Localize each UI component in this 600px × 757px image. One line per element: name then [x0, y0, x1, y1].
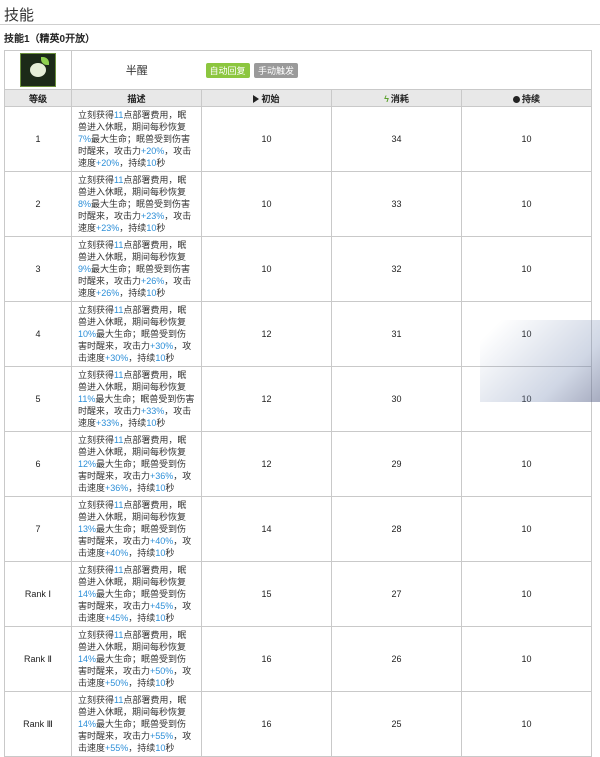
row-level: 6 [4, 431, 72, 497]
skill-tags-cell: 自动回复 手动触发 [201, 50, 592, 90]
skill-header-row: 半醒 自动回复 手动触发 [4, 50, 592, 90]
row-cost: 25 [331, 691, 462, 757]
table-row: 4 立刻获得11点部署费用，眠兽进入休眠，期间每秒恢复10%最大生命；眠兽受到伤害… [4, 301, 592, 367]
table-row: Rank Ⅱ 立刻获得11点部署费用，眠兽进入休眠，期间每秒恢复14%最大生命；眠… [4, 626, 592, 692]
table-row: Rank Ⅲ 立刻获得11点部署费用，眠兽进入休眠，期间每秒恢复14%最大生命；眠… [4, 691, 592, 757]
row-duration: 10 [461, 301, 592, 367]
row-description: 立刻获得11点部署费用，眠兽进入休眠，期间每秒恢复11%最大生命；眠兽受到伤害时… [71, 366, 202, 432]
row-duration: 10 [461, 236, 592, 302]
row-duration: 10 [461, 171, 592, 237]
row-level: 4 [4, 301, 72, 367]
row-initial: 12 [201, 366, 332, 432]
clock-icon [512, 95, 520, 103]
row-level: 2 [4, 171, 72, 237]
play-icon [253, 95, 260, 104]
row-initial: 10 [201, 236, 332, 302]
row-cost: 31 [331, 301, 462, 367]
table-row: Rank Ⅰ 立刻获得11点部署费用，眠兽进入休眠，期间每秒恢复14%最大生命；眠… [4, 561, 592, 627]
row-initial: 15 [201, 561, 332, 627]
row-level: Rank Ⅰ [4, 561, 72, 627]
row-initial: 14 [201, 496, 332, 562]
table-row: 6 立刻获得11点部署费用，眠兽进入休眠，期间每秒恢复12%最大生命；眠兽受到伤害… [4, 431, 592, 497]
row-initial: 12 [201, 431, 332, 497]
row-duration: 10 [461, 106, 592, 172]
row-initial: 16 [201, 626, 332, 692]
row-description: 立刻获得11点部署费用，眠兽进入休眠，期间每秒恢复8%最大生命；眠兽受到伤害时醒… [71, 171, 202, 237]
skill-name: 半醒 [125, 65, 148, 77]
row-duration: 10 [461, 431, 592, 497]
row-cost: 28 [331, 496, 462, 562]
row-initial: 12 [201, 301, 332, 367]
row-level: 3 [4, 236, 72, 302]
row-cost: 29 [331, 431, 462, 497]
table-row: 2 立刻获得11点部署费用，眠兽进入休眠，期间每秒恢复8%最大生命；眠兽受到伤害时… [4, 171, 592, 237]
row-cost: 26 [331, 626, 462, 692]
row-description: 立刻获得11点部署费用，眠兽进入休眠，期间每秒恢复10%最大生命；眠兽受到伤害时… [71, 301, 202, 367]
row-duration: 10 [461, 496, 592, 562]
row-level: Rank Ⅱ [4, 626, 72, 692]
row-level: 1 [4, 106, 72, 172]
row-level: 7 [4, 496, 72, 562]
row-duration: 10 [461, 691, 592, 757]
tag-manual-trigger: 手动触发 [254, 62, 299, 78]
skill-table: 半醒 自动回复 手动触发 等级 描述 初始 ϟ 消耗 持续 1 立刻获得11点部署费… [4, 50, 592, 757]
lightning-icon: ϟ [384, 93, 389, 104]
table-row: 7 立刻获得11点部署费用，眠兽进入休眠，期间每秒恢复13%最大生命；眠兽受到伤害… [4, 496, 592, 562]
row-cost: 27 [331, 561, 462, 627]
column-cost: ϟ 消耗 [331, 89, 462, 107]
row-description: 立刻获得11点部署费用，眠兽进入休眠，期间每秒恢复9%最大生命；眠兽受到伤害时醒… [71, 236, 202, 302]
skill-icon-cell [4, 50, 72, 90]
row-duration: 10 [461, 366, 592, 432]
row-description: 立刻获得11点部署费用，眠兽进入休眠，期间每秒恢复12%最大生命；眠兽受到伤害时… [71, 431, 202, 497]
row-description: 立刻获得11点部署费用，眠兽进入休眠，期间每秒恢复13%最大生命；眠兽受到伤害时… [71, 496, 202, 562]
section-title: 技能 [4, 7, 35, 24]
row-cost: 32 [331, 236, 462, 302]
table-row: 1 立刻获得11点部署费用，眠兽进入休眠，期间每秒恢复7%最大生命；眠兽受到伤害时… [4, 106, 592, 172]
divider [0, 24, 600, 25]
row-description: 立刻获得11点部署费用，眠兽进入休眠，期间每秒恢复14%最大生命；眠兽受到伤害时… [71, 626, 202, 692]
column-header-row: 等级 描述 初始 ϟ 消耗 持续 [4, 89, 592, 107]
column-level: 等级 [4, 89, 72, 107]
row-description: 立刻获得11点部署费用，眠兽进入休眠，期间每秒恢复7%最大生命；眠兽受到伤害时醒… [71, 106, 202, 172]
table-row: 3 立刻获得11点部署费用，眠兽进入休眠，期间每秒恢复9%最大生命；眠兽受到伤害时… [4, 236, 592, 302]
row-initial: 10 [201, 106, 332, 172]
table-row: 5 立刻获得11点部署费用，眠兽进入休眠，期间每秒恢复11%最大生命；眠兽受到伤害… [4, 366, 592, 432]
row-level: 5 [4, 366, 72, 432]
column-initial: 初始 [201, 89, 332, 107]
row-description: 立刻获得11点部署费用，眠兽进入休眠，期间每秒恢复14%最大生命；眠兽受到伤害时… [71, 561, 202, 627]
row-description: 立刻获得11点部署费用，眠兽进入休眠，期间每秒恢复14%最大生命；眠兽受到伤害时… [71, 691, 202, 757]
skill-subtitle: 技能1（精英0开放） [4, 34, 96, 45]
row-cost: 33 [331, 171, 462, 237]
tag-auto-recovery: 自动回复 [205, 62, 250, 78]
row-initial: 10 [201, 171, 332, 237]
row-duration: 10 [461, 626, 592, 692]
column-duration: 持续 [461, 89, 592, 107]
skill-name-cell: 半醒 [71, 50, 202, 90]
row-level: Rank Ⅲ [4, 691, 72, 757]
row-initial: 16 [201, 691, 332, 757]
row-cost: 34 [331, 106, 462, 172]
row-duration: 10 [461, 561, 592, 627]
row-cost: 30 [331, 366, 462, 432]
column-desc: 描述 [71, 89, 202, 107]
sleeping-creature-icon [20, 53, 56, 87]
